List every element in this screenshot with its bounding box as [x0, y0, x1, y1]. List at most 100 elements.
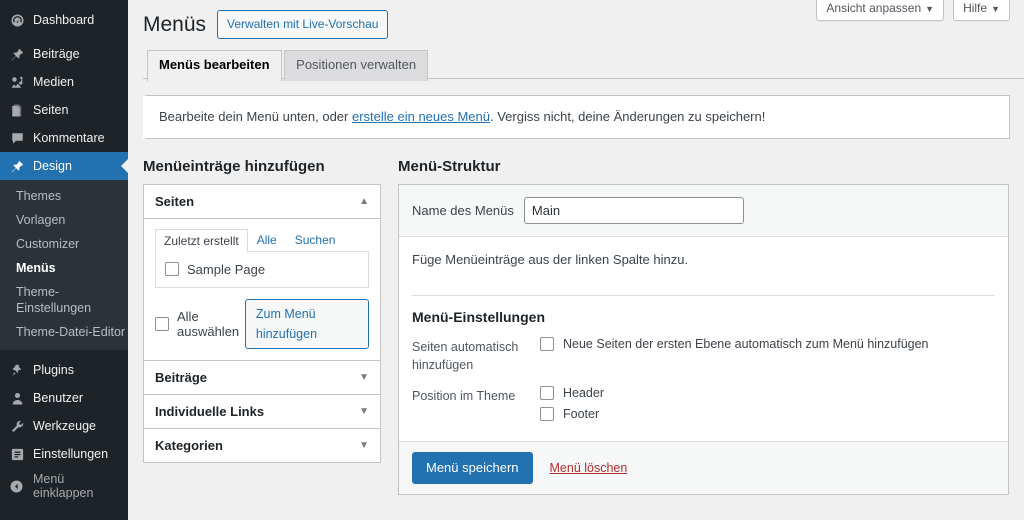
theme-position-option-footer[interactable]: Footer — [540, 406, 995, 421]
add-to-menu-button[interactable]: Zum Menü hinzufügen — [244, 298, 369, 349]
sidebar-item-beitraege[interactable]: Beiträge — [0, 40, 128, 68]
sidebar-item-medien[interactable]: Medien — [0, 68, 128, 96]
submenu-item-vorlagen[interactable]: Vorlagen — [0, 208, 128, 232]
wrench-icon — [8, 417, 26, 435]
sidebar-item-label: Design — [33, 159, 72, 173]
save-menu-button[interactable]: Menü speichern — [412, 451, 533, 485]
select-all-row[interactable]: Alle auswählen — [155, 309, 245, 339]
comment-icon — [8, 129, 26, 147]
sidebar-item-label: Benutzer — [33, 391, 84, 405]
wordpress-admin-screen: Dashboard Beiträge Medien Seiten Komment — [0, 0, 1024, 520]
accordion-title: Beiträge — [155, 369, 208, 385]
accordion-header-individuelle-links[interactable]: Individuelle Links ▼ — [144, 395, 380, 429]
sidebar-item-label: Plugins — [33, 363, 74, 377]
sidebar-item-benutzer[interactable]: Benutzer — [0, 384, 128, 412]
auto-add-option-row[interactable]: Neue Seiten der ersten Ebene automatisch… — [540, 336, 995, 351]
sidebar-item-label: Kommentare — [33, 131, 105, 145]
help-button[interactable]: Hilfe ▼ — [953, 0, 1010, 21]
auto-add-field: Neue Seiten der ersten Ebene automatisch… — [540, 336, 995, 374]
help-label: Hilfe — [963, 1, 988, 15]
menu-structure-body: Füge Menüeinträge aus der linken Spalte … — [399, 237, 1008, 441]
pages-tab-zuletzt-erstellt[interactable]: Zuletzt erstellt — [155, 228, 248, 253]
create-new-menu-link[interactable]: erstelle ein neues Menü — [352, 109, 490, 124]
accordion-title: Seiten — [155, 193, 195, 209]
delete-menu-link[interactable]: Menü löschen — [550, 461, 628, 475]
pages-tab-row: Zuletzt erstellt Alle Suchen — [155, 228, 369, 253]
list-item[interactable]: Sample Page — [165, 262, 359, 277]
menu-structure-column: Menü-Struktur Name des Menüs Füge Menüei… — [398, 157, 1009, 496]
live-preview-button[interactable]: Verwalten mit Live-Vorschau — [217, 10, 389, 40]
tab-positionen-verwalten[interactable]: Positionen verwalten — [284, 50, 429, 82]
screen-meta-links: Ansicht anpassen ▼ Hilfe ▼ — [816, 0, 1010, 21]
theme-position-label: Position im Theme — [412, 388, 516, 403]
user-icon — [8, 389, 26, 407]
submenu-item-theme-einstellungen[interactable]: Theme-Einstellungen — [0, 280, 128, 320]
screen-options-label: Ansicht anpassen — [826, 1, 922, 15]
pages-tab-alle[interactable]: Alle — [248, 228, 286, 252]
sidebar-item-plugins[interactable]: Plugins — [0, 356, 128, 384]
plugin-icon — [8, 361, 26, 379]
sidebar-item-label: Dashboard — [33, 13, 95, 27]
notice-text-before: Bearbeite dein Menü unten, oder — [159, 109, 352, 125]
sidebar-item-label: Beiträge — [33, 47, 80, 61]
accordion-header-kategorien[interactable]: Kategorien ▼ — [144, 429, 380, 462]
header-position-checkbox[interactable] — [540, 385, 554, 400]
pages-tab-panel: Sample Page — [155, 250, 369, 288]
chevron-down-icon: ▼ — [925, 4, 935, 14]
menu-structure-title: Menü-Struktur — [398, 157, 501, 175]
menu-name-label: Name des Menüs — [412, 202, 514, 218]
media-icon — [8, 73, 26, 91]
sidebar-item-seiten[interactable]: Seiten — [0, 96, 128, 124]
header-position-label: Header — [563, 385, 604, 400]
nav-tab-bar: Menüs bearbeiten Positionen verwalten — [143, 49, 1024, 83]
sidebar-item-dashboard[interactable]: Dashboard — [0, 6, 128, 34]
sidebar-item-label: Einstellungen — [33, 447, 109, 461]
accordion-title: Individuelle Links — [155, 403, 265, 419]
notice-text-after: . Vergiss nicht, deine Änderungen zu spe… — [490, 109, 766, 125]
auto-add-checkbox[interactable] — [540, 336, 554, 351]
page-label: Sample Page — [187, 261, 266, 277]
accordion-title: Kategorien — [155, 437, 223, 453]
chevron-up-icon: ▲ — [359, 195, 369, 207]
add-menu-items-title: Menüeinträge hinzufügen — [143, 157, 325, 175]
add-items-accordion: Seiten ▲ Zuletzt erstellt Alle Suchen Sa… — [143, 183, 381, 463]
screen-options-button[interactable]: Ansicht anpassen ▼ — [816, 0, 945, 21]
auto-add-label: Seiten automatisch hinzufügen — [412, 339, 519, 372]
collapse-menu-button[interactable]: Menü einklappen — [0, 472, 128, 500]
sidebar-item-einstellungen[interactable]: Einstellungen — [0, 440, 128, 468]
pin-icon — [8, 45, 26, 63]
chevron-down-icon: ▼ — [359, 371, 369, 383]
footer-position-label: Footer — [563, 406, 600, 421]
submenu-item-customizer[interactable]: Customizer — [0, 232, 128, 256]
empty-menu-hint: Füge Menüeinträge aus der linken Spalte … — [412, 251, 689, 267]
collapse-arrow-icon — [8, 477, 26, 495]
page-checkbox[interactable] — [165, 262, 179, 277]
submenu-item-menues[interactable]: Menüs — [0, 256, 128, 280]
sidebar-item-label: Seiten — [33, 103, 69, 117]
design-submenu: Themes Vorlagen Customizer Menüs Theme-E… — [0, 180, 128, 350]
theme-position-option-header[interactable]: Header — [540, 385, 995, 400]
menu-name-row: Name des Menüs — [399, 184, 1008, 237]
submenu-item-theme-datei-editor[interactable]: Theme-Datei-Editor — [0, 320, 128, 344]
page-title: Menüs — [143, 12, 207, 36]
submenu-item-themes[interactable]: Themes — [0, 184, 128, 208]
pages-panel-footer: Alle auswählen Zum Menü hinzufügen — [155, 298, 369, 349]
sidebar-item-werkzeuge[interactable]: Werkzeuge — [0, 412, 128, 440]
pages-tab-suchen[interactable]: Suchen — [286, 228, 345, 252]
accordion-header-beitraege[interactable]: Beiträge ▼ — [144, 361, 380, 395]
theme-position-setting-row: Position im Theme Header Footer — [412, 385, 995, 421]
sidebar-item-design[interactable]: Design — [0, 152, 129, 180]
tab-menus-bearbeiten[interactable]: Menüs bearbeiten — [147, 50, 282, 83]
dashboard-icon — [8, 11, 26, 29]
menu-name-input[interactable] — [523, 196, 744, 224]
sidebar-item-kommentare[interactable]: Kommentare — [0, 124, 128, 152]
select-all-checkbox[interactable] — [155, 316, 169, 331]
main-content: Ansicht anpassen ▼ Hilfe ▼ Menüs Verwalten… — [128, 0, 1024, 520]
footer-position-checkbox[interactable] — [540, 406, 554, 421]
menu-settings-title: Menü-Einstellungen — [412, 294, 995, 325]
chevron-down-icon: ▼ — [991, 4, 1000, 14]
info-notice: Bearbeite dein Menü unten, oder erstelle… — [143, 95, 1010, 139]
accordion-header-seiten[interactable]: Seiten ▲ — [144, 185, 380, 219]
select-all-label: Alle auswählen — [177, 308, 240, 339]
chevron-down-icon: ▼ — [359, 405, 369, 417]
